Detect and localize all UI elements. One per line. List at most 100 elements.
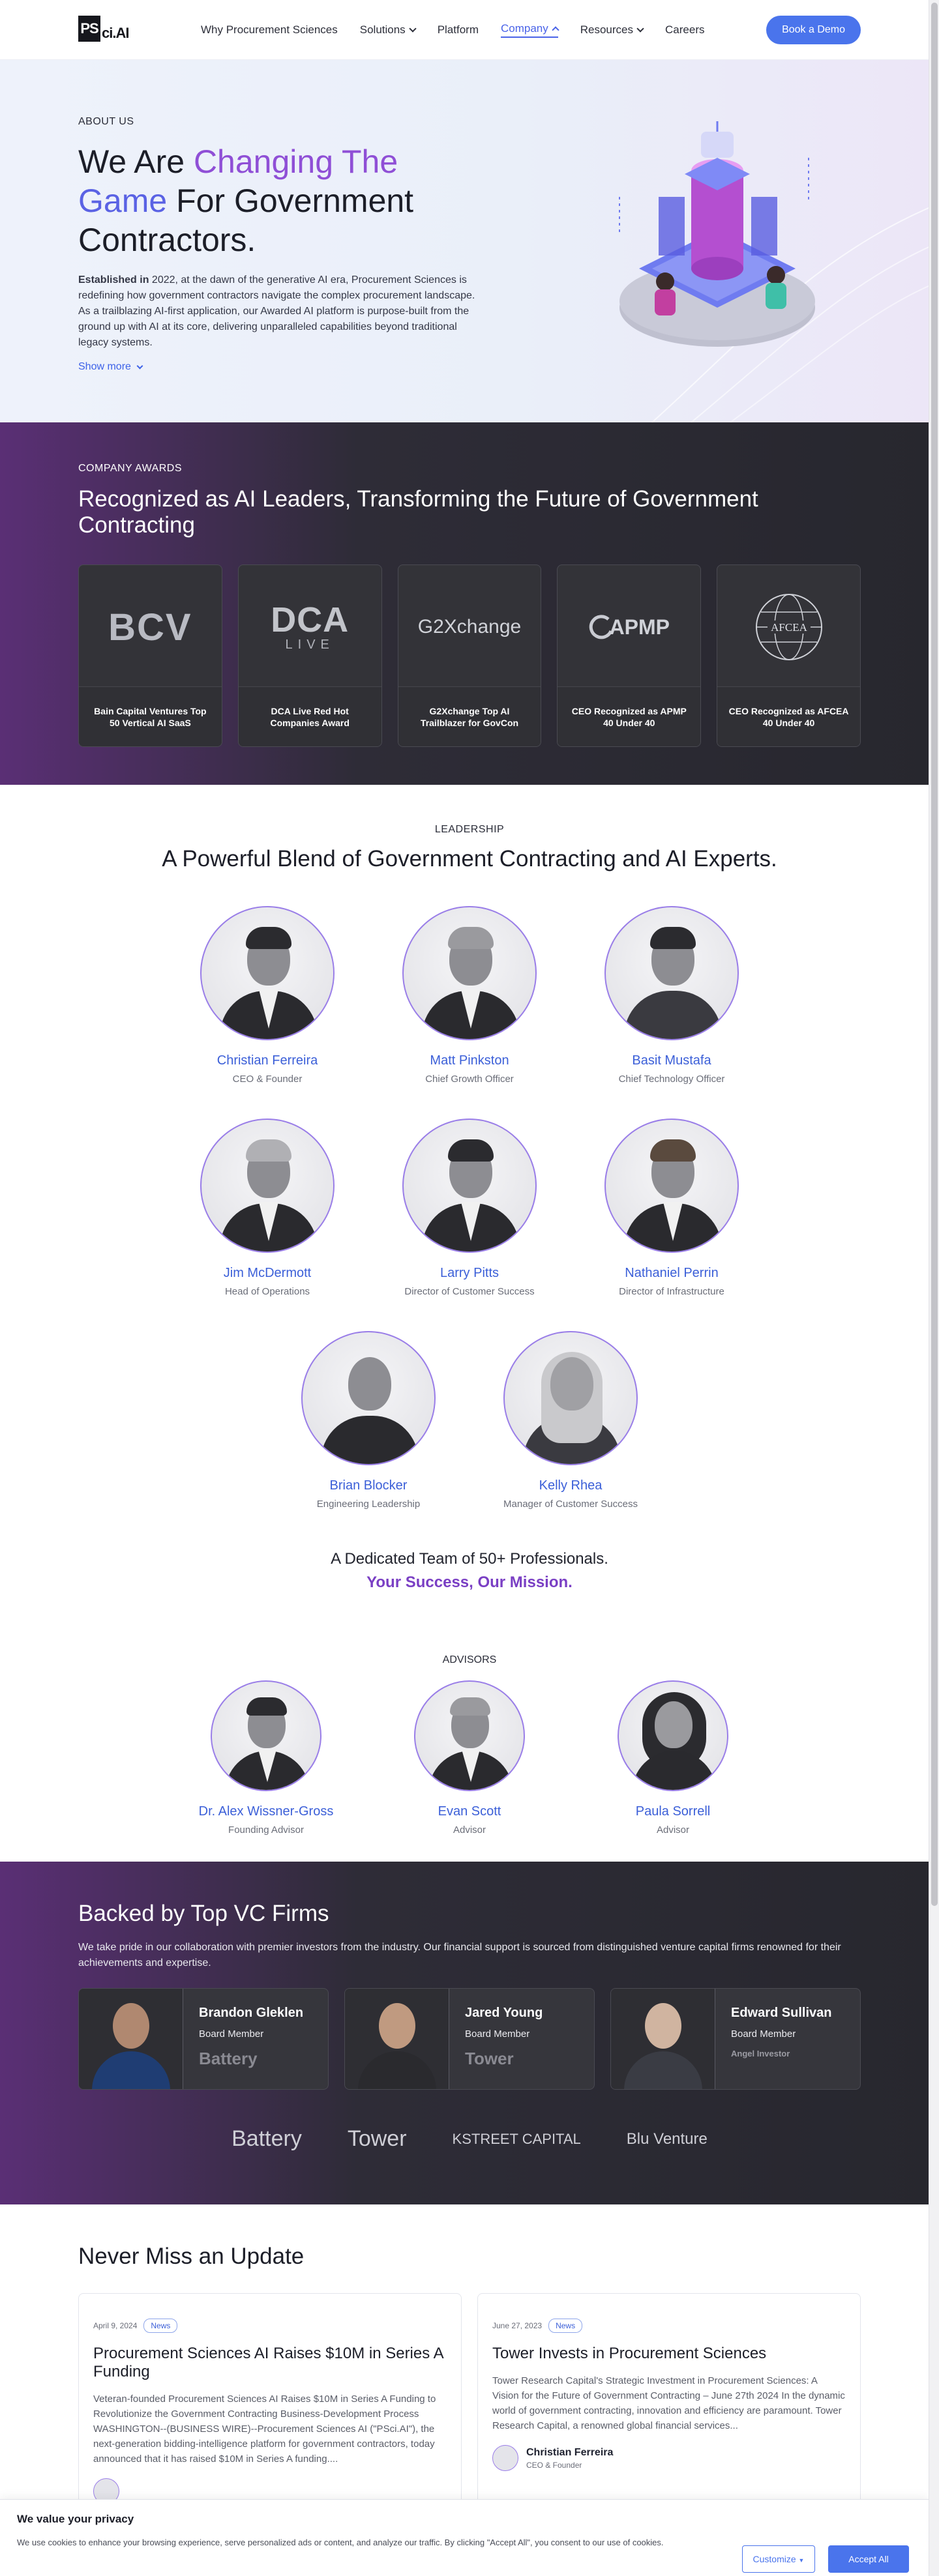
advisor-name: Evan Scott bbox=[438, 1804, 501, 1819]
news-title: Never Miss an Update bbox=[78, 2244, 305, 2269]
award-caption: Bain Capital Ventures Top 50 Vertical AI… bbox=[79, 686, 222, 746]
title-highlight-2: Game bbox=[78, 183, 168, 219]
person-card[interactable]: Nathaniel Perrin Director of Infrastruct… bbox=[604, 1119, 739, 1297]
advisor-card[interactable]: Dr. Alex Wissner-Gross Founding Advisor bbox=[199, 1680, 333, 1836]
dca-live-text: LIVE bbox=[285, 637, 335, 652]
nav-company[interactable]: Company bbox=[500, 22, 559, 38]
company-awards: COMPANY AWARDS Recognized as AI Leaders,… bbox=[0, 422, 939, 785]
afcea-globe-icon: AFCEA bbox=[755, 594, 822, 660]
news-tag[interactable]: News bbox=[548, 2319, 583, 2333]
avatar bbox=[618, 1680, 728, 1791]
show-more-link[interactable]: Show more bbox=[78, 361, 861, 373]
award-card: G2Xchange G2Xchange Top AI Trailblazer f… bbox=[397, 564, 542, 747]
person-role: Chief Technology Officer bbox=[618, 1074, 725, 1085]
leadership-eyebrow: LEADERSHIP bbox=[434, 824, 505, 835]
scrollbar-thumb[interactable] bbox=[931, 3, 938, 1906]
cookie-text: We use cookies to enhance your browsing … bbox=[17, 2538, 664, 2547]
news-date: April 9, 2024 bbox=[93, 2321, 138, 2330]
person-name: Kelly Rhea bbox=[539, 1478, 603, 1493]
tower-logo: Tower bbox=[347, 2126, 407, 2151]
kstreet-capital-logo: KSTREET CAPITAL bbox=[452, 2130, 581, 2147]
page-scrollbar[interactable] bbox=[929, 0, 939, 2576]
leadership-section: LEADERSHIP A Powerful Blend of Governmen… bbox=[0, 785, 939, 1862]
news-headline[interactable]: Procurement Sciences AI Raises $10M in S… bbox=[93, 2345, 447, 2381]
person-role: Director of Infrastructure bbox=[619, 1286, 724, 1297]
news-card[interactable]: April 9, 2024 News Procurement Sciences A… bbox=[78, 2293, 462, 2508]
battery-logo: Battery bbox=[199, 2049, 258, 2068]
psci-logo[interactable]: PS ci.AI bbox=[78, 16, 137, 44]
book-demo-button[interactable]: Book a Demo bbox=[766, 16, 861, 44]
person-role: Director of Customer Success bbox=[404, 1286, 535, 1297]
advisor-card[interactable]: Evan Scott Advisor bbox=[414, 1680, 525, 1836]
person-role: Manager of Customer Success bbox=[503, 1499, 638, 1510]
person-card[interactable]: Kelly Rhea Manager of Customer Success bbox=[503, 1331, 638, 1510]
person-role: CEO & Founder bbox=[232, 1074, 303, 1085]
news-list: April 9, 2024 News Procurement Sciences A… bbox=[78, 2293, 861, 2508]
advisors-eyebrow: ADVISORS bbox=[442, 1654, 497, 1665]
advisor-role: Advisor bbox=[656, 1824, 690, 1836]
board-member-card[interactable]: Edward Sullivan Board Member Angel Inves… bbox=[610, 1988, 861, 2090]
awards-title: Recognized as AI Leaders, Transforming t… bbox=[78, 486, 758, 538]
accept-all-button[interactable]: Accept All bbox=[828, 2545, 909, 2573]
nav-solutions-label: Solutions bbox=[359, 23, 406, 36]
title-part-1: We Are bbox=[78, 143, 194, 180]
nav-platform[interactable]: Platform bbox=[438, 23, 479, 37]
vc-logos-row: Battery Tower KSTREET CAPITAL Blu Ventur… bbox=[78, 2126, 861, 2152]
nav-solutions[interactable]: Solutions bbox=[359, 23, 417, 37]
cookie-title: We value your privacy bbox=[17, 2513, 134, 2525]
bcv-logo-text: BCV bbox=[108, 606, 192, 649]
g2xchange-logo: G2Xchange bbox=[398, 565, 541, 689]
about-hero: ABOUT US We Are Changing The Game For Go… bbox=[0, 60, 939, 422]
battery-logo: Battery bbox=[231, 2126, 302, 2151]
news-headline[interactable]: Tower Invests in Procurement Sciences bbox=[492, 2345, 846, 2363]
award-card: AFCEA CEO Recognized as AFCEA 40 Under 4… bbox=[717, 564, 861, 747]
person-role: Head of Operations bbox=[224, 1286, 310, 1297]
advisors-row: Dr. Alex Wissner-Gross Founding Advisor … bbox=[78, 1680, 861, 1836]
hero-title: We Are Changing The Game For Government … bbox=[78, 142, 483, 259]
g2xchange-logo-text: G2Xchange bbox=[417, 616, 522, 637]
advisor-name: Dr. Alex Wissner-Gross bbox=[198, 1804, 334, 1819]
award-caption: DCA Live Red Hot Companies Award bbox=[238, 686, 381, 746]
news-date: June 27, 2023 bbox=[492, 2321, 543, 2330]
top-nav: PS ci.AI Why Procurement Sciences Soluti… bbox=[0, 0, 939, 60]
leadership-row-2: Jim McDermott Head of Operations Larry P… bbox=[78, 1119, 861, 1297]
isometric-ai-illustration bbox=[619, 121, 815, 347]
person-card[interactable]: Brian Blocker Engineering Leadership bbox=[301, 1331, 436, 1510]
vc-description: We take pride in our collaboration with … bbox=[78, 1942, 841, 1969]
show-more-label: Show more bbox=[78, 361, 131, 372]
board-member-card[interactable]: Brandon Gleklen Board Member Battery bbox=[78, 1988, 329, 2090]
news-excerpt: Tower Research Capital's Strategic Inves… bbox=[492, 2375, 845, 2431]
avatar bbox=[604, 1119, 739, 1253]
customize-button[interactable]: Customize ▼ bbox=[742, 2545, 815, 2573]
logo-suffix: ci.AI bbox=[102, 25, 129, 41]
apmp-logo-text: APMP bbox=[609, 615, 670, 639]
tower-logo: Tower bbox=[465, 2049, 514, 2068]
news-author: Christian Ferreira CEO & Founder bbox=[492, 2445, 846, 2471]
leadership-row-1: Christian Ferreira CEO & Founder Matt Pi… bbox=[78, 906, 861, 1085]
avatar bbox=[200, 1119, 335, 1253]
advisor-name: Paula Sorrell bbox=[635, 1804, 711, 1819]
person-card[interactable]: Matt Pinkston Chief Growth Officer bbox=[402, 906, 537, 1085]
awards-eyebrow: COMPANY AWARDS bbox=[78, 463, 183, 474]
award-card: DCA LIVE DCA Live Red Hot Companies Awar… bbox=[237, 564, 382, 747]
logo-mark: PS bbox=[78, 16, 100, 42]
person-card[interactable]: Larry Pitts Director of Customer Success bbox=[402, 1119, 537, 1297]
news-tag[interactable]: News bbox=[143, 2319, 178, 2333]
board-member-card[interactable]: Jared Young Board Member Tower bbox=[344, 1988, 595, 2090]
nav-careers[interactable]: Careers bbox=[665, 23, 704, 37]
person-card[interactable]: Basit Mustafa Chief Technology Officer bbox=[604, 906, 739, 1085]
nav-resources[interactable]: Resources bbox=[580, 23, 644, 37]
nav-why[interactable]: Why Procurement Sciences bbox=[201, 23, 338, 37]
caret-down-icon: ▼ bbox=[798, 2557, 805, 2564]
vc-title: Backed by Top VC Firms bbox=[78, 1901, 329, 1926]
person-name: Larry Pitts bbox=[440, 1266, 499, 1280]
vc-section: Backed by Top VC Firms We take pride in … bbox=[0, 1862, 939, 2204]
nav-careers-label: Careers bbox=[665, 23, 705, 36]
award-caption: G2Xchange Top AI Trailblazer for GovCon bbox=[398, 686, 541, 746]
person-card[interactable]: Christian Ferreira CEO & Founder bbox=[200, 906, 335, 1085]
news-card[interactable]: June 27, 2023 News Tower Invests in Procu… bbox=[477, 2293, 861, 2508]
person-card[interactable]: Jim McDermott Head of Operations bbox=[200, 1119, 335, 1297]
person-name: Basit Mustafa bbox=[632, 1053, 711, 1068]
awards-list: BCV Bain Capital Ventures Top 50 Vertica… bbox=[78, 564, 861, 747]
advisor-card[interactable]: Paula Sorrell Advisor bbox=[618, 1680, 728, 1836]
